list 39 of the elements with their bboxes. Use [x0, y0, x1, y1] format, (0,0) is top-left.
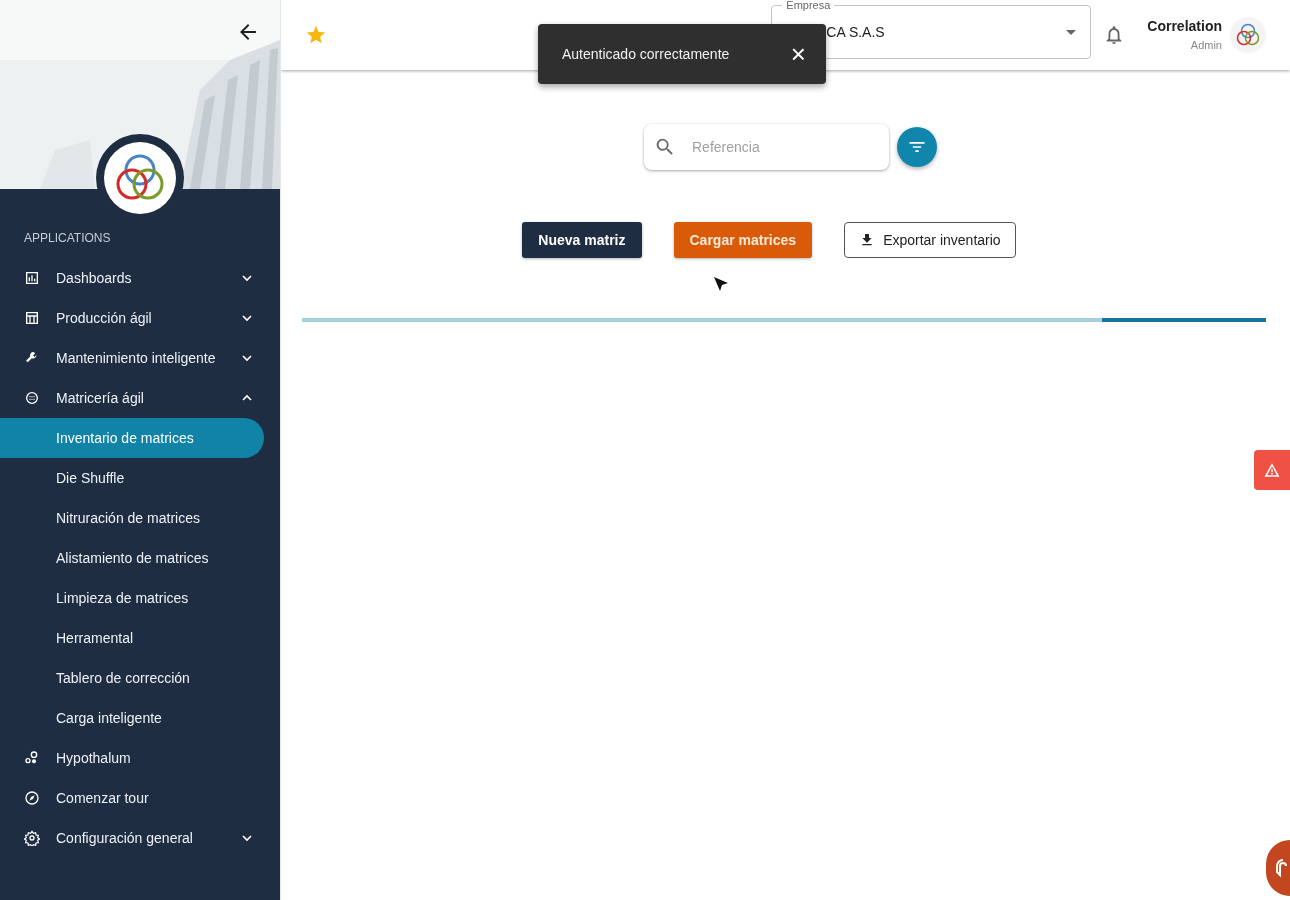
- select-label: Empresa: [782, 0, 835, 14]
- chat-button[interactable]: [1266, 840, 1290, 896]
- nav-item[interactable]: Dashboards: [0, 258, 280, 298]
- user-name: Correlation: [1147, 17, 1222, 37]
- nav-subitem[interactable]: Carga inteligente: [0, 698, 264, 738]
- nav-item[interactable]: Comenzar tour: [0, 778, 280, 818]
- nav-subitem[interactable]: Alistamiento de matrices: [0, 538, 264, 578]
- nav-item[interactable]: Mantenimiento inteligente: [0, 338, 280, 378]
- warning-icon: [1263, 461, 1281, 479]
- nav-subitem[interactable]: Tablero de corrección: [0, 658, 264, 698]
- nav-item[interactable]: Matricería ágil: [0, 378, 280, 418]
- toast-message: Autenticado correctamente: [562, 44, 731, 64]
- nav-subitem[interactable]: Limpieza de matrices: [0, 578, 264, 618]
- user-avatar[interactable]: [1230, 17, 1266, 53]
- nav-item[interactable]: Producción ágil: [0, 298, 280, 338]
- search-icon: [654, 136, 676, 158]
- filter-button[interactable]: [897, 127, 937, 167]
- table-icon: [24, 310, 40, 326]
- nav-subitem[interactable]: Die Shuffle: [0, 458, 264, 498]
- nav-item[interactable]: Hypothalum: [0, 738, 280, 778]
- export-button[interactable]: Exportar inventario: [844, 222, 1016, 258]
- gear-icon: [24, 830, 40, 846]
- select-value: CA S.A.S: [825, 22, 885, 42]
- nav-subitem[interactable]: Herramental: [0, 618, 264, 658]
- search-field[interactable]: Referencia: [644, 124, 889, 170]
- user-role: Admin: [1190, 38, 1222, 54]
- nav-subitem[interactable]: Nitruración de matrices: [0, 498, 264, 538]
- dropdown-icon: [1066, 29, 1077, 35]
- warning-button[interactable]: [1254, 450, 1290, 490]
- nav-subitem[interactable]: Inventario de matrices: [0, 418, 264, 458]
- nav-item[interactable]: Configuración general: [0, 818, 280, 858]
- grid-circle-icon: [24, 390, 40, 406]
- new-button[interactable]: Nueva matriz: [522, 222, 642, 258]
- nodes-icon: [24, 750, 40, 766]
- chart-icon: [24, 270, 40, 286]
- chat-icon: [1276, 858, 1290, 878]
- section-title: APPLICATIONS: [23, 230, 111, 247]
- compass-icon: [24, 790, 40, 806]
- star-icon[interactable]: [305, 24, 327, 46]
